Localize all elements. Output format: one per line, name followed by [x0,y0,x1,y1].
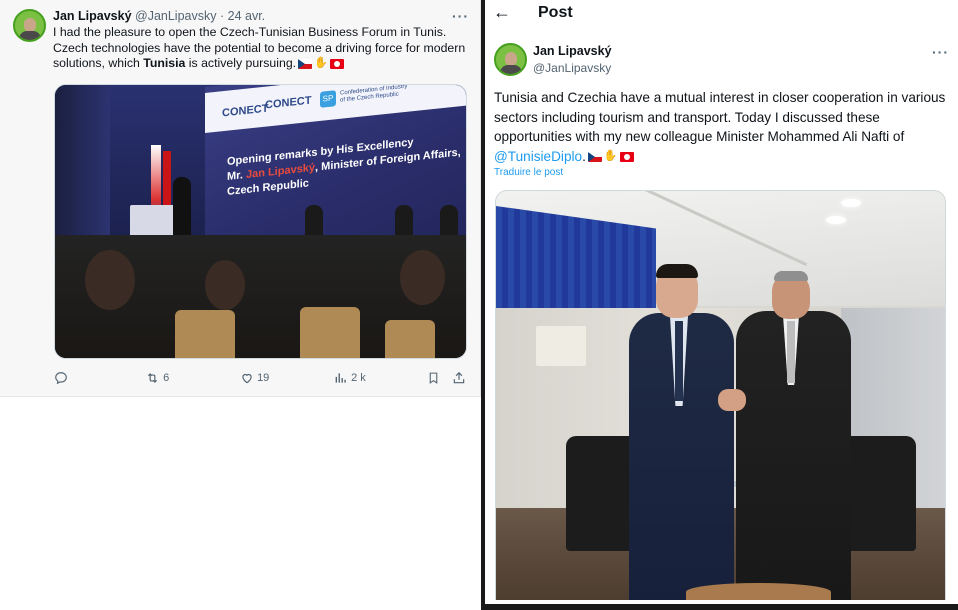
tunisia-flag-icon [329,58,344,69]
author-handle[interactable]: @JanLipavsky [533,61,611,75]
page-title: Post [538,4,573,21]
author-avatar[interactable] [13,9,46,42]
back-arrow-icon[interactable]: ← [493,2,511,23]
reply-icon [55,372,67,385]
more-options-icon[interactable]: ··· [932,44,949,60]
person-left-tie [675,321,683,401]
person-right-hair [774,271,808,281]
person-left-hair [656,264,698,278]
tweet-date[interactable]: 24 avr. [228,9,266,23]
retweet-count: 6 [163,371,170,384]
tweet-text-part2: is actively pursuing. [185,56,297,70]
audience-head [205,260,245,310]
like-button[interactable]: 19 [240,371,269,385]
tweet-header: Jan Lipavský @JanLipavsky · 24 avr. [53,9,265,23]
views-chart-icon [335,373,346,383]
czech-flag-icon [587,151,602,162]
author-handle[interactable]: @JanLipavsky [135,9,216,23]
heart-icon [242,373,252,384]
translate-post-link[interactable]: Traduire le post [494,167,563,178]
post-text-main: Tunisia and Czechia have a mutual intere… [494,90,946,144]
tunisia-flag-icon [619,151,634,162]
handshake [718,389,746,411]
avatar-suit [19,31,41,40]
more-options-icon[interactable]: ··· [452,8,469,24]
person-right-tie [787,321,795,383]
views-count: 2 k [351,371,366,384]
retweet-button[interactable]: 6 [145,371,169,385]
share-icon [453,371,465,384]
post-text-end: . [582,148,586,164]
avatar-face [24,18,36,32]
chair [175,310,235,358]
ceiling-light [826,216,846,224]
handshake-icon: ✋ [314,57,328,69]
author-name[interactable]: Jan Lipavský [53,9,132,23]
mention-link[interactable]: @TunisieDiplo [494,149,582,164]
views-button[interactable]: 2 k [334,371,366,385]
avatar-face [505,52,517,66]
czech-flag-icon [298,58,313,69]
wooden-table [686,583,831,600]
like-count: 19 [257,371,270,384]
share-button[interactable] [452,371,466,385]
post-media-image[interactable] [495,190,946,600]
chair [300,307,360,358]
bookmark-icon [429,372,438,384]
author-avatar[interactable] [494,43,527,76]
ceiling-light [841,199,861,207]
retweet-icon [148,373,157,383]
header-separator: · [219,9,225,23]
slide-line-2-pre: Mr. [227,169,246,183]
author-name[interactable]: Jan Lipavský [533,44,612,58]
bookmark-button[interactable] [427,371,440,385]
post-text: Tunisia and Czechia have a mutual intere… [494,88,949,167]
tweet-media-image[interactable]: CONECT CONECT SP Confederation of Indust… [54,84,467,359]
handshake-icon: ✋ [603,150,618,163]
tweet-text-bold[interactable]: Tunisia [143,56,185,70]
lamp [536,326,586,366]
left-tweet-card[interactable]: Jan Lipavský @JanLipavsky · 24 avr. ··· … [0,0,481,397]
reply-button[interactable] [54,371,68,385]
tweet-text: I had the pleasure to open the Czech-Tun… [53,25,473,72]
armchair-right [841,436,916,551]
chair [385,320,435,358]
sp-logo: SP [320,90,336,108]
audience-head [85,250,135,310]
audience-head [400,250,445,305]
